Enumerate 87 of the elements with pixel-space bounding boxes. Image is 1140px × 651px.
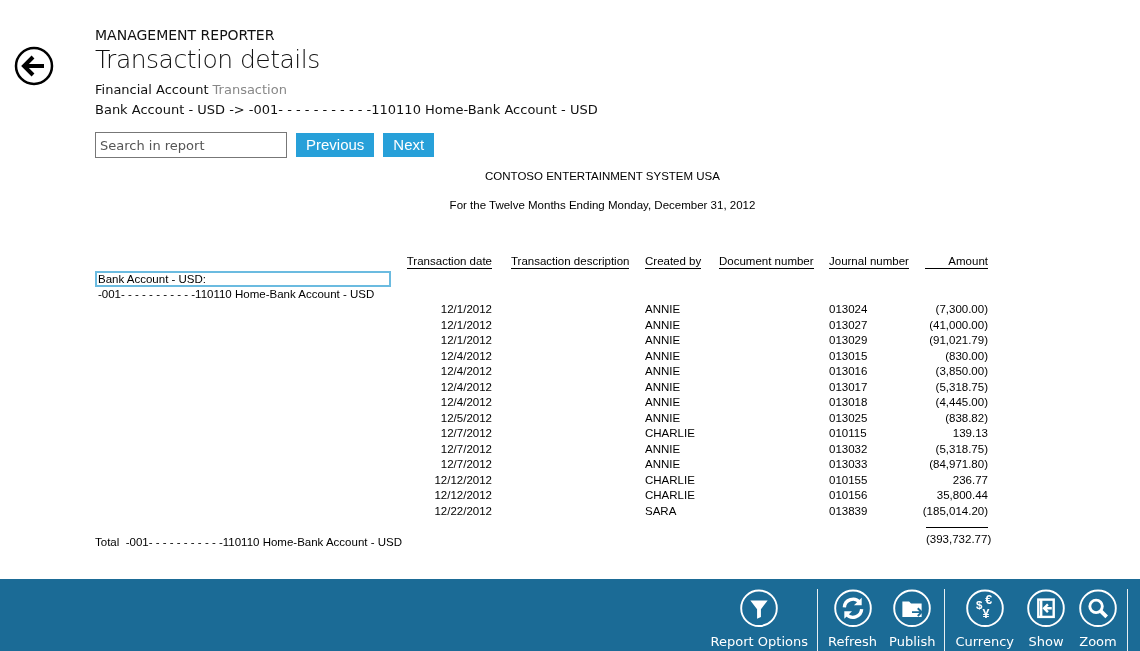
table-cell: ANNIE	[645, 365, 681, 377]
breadcrumb-link[interactable]: Financial Account	[95, 80, 209, 100]
folder-icon	[892, 589, 933, 628]
panel-icon	[1026, 589, 1066, 628]
table-cell: 12/7/2012	[440, 442, 492, 455]
total-label: Total -001- - - - - - - - - - -110110 Home-Bank Account - USD	[95, 535, 403, 550]
table-cell: ANNIE	[645, 411, 681, 424]
table-cell: 12/4/2012	[440, 349, 492, 362]
account-path: Bank Account - USD -> -001- - - - - - - - - - -110110 Home-Bank Account - USD	[95, 101, 599, 119]
column-header: Transaction date	[406, 253, 492, 269]
table-cell: 12/12/2012	[434, 473, 492, 486]
refresh-icon	[832, 589, 873, 628]
table-cell: 12/7/2012	[440, 427, 492, 439]
previous-button[interactable]: Previous	[296, 133, 375, 157]
table-cell: ANNIE	[645, 334, 681, 346]
table-cell: 12/1/2012	[440, 303, 492, 315]
table-cell: 013033	[829, 458, 868, 470]
table-cell: (185,014.20)	[922, 504, 988, 517]
table-cell: CHARLIE	[645, 489, 695, 501]
table-cell: ANNIE	[645, 396, 681, 408]
table-cell: 013016	[829, 365, 868, 377]
group-label[interactable]: Bank Account - USD:	[95, 270, 391, 287]
app-name: MANAGEMENT REPORTER	[95, 26, 276, 44]
toolbar-button[interactable]: Refresh	[822, 579, 884, 651]
search-field[interactable]: Search in report	[95, 132, 287, 158]
table-cell: (3,850.00)	[935, 365, 988, 377]
total-amount: (393,732.77)	[926, 533, 992, 545]
table-cell: 35,800.44	[936, 489, 988, 501]
table-cell: 013018	[829, 396, 868, 408]
table-cell: 010155	[829, 473, 868, 486]
report-period: For the Twelve Months Ending Monday, December 31, 2012	[448, 198, 757, 214]
table-cell: 013027	[829, 318, 868, 331]
table-cell: (84,971.80)	[929, 458, 988, 470]
table-cell: ANNIE	[645, 442, 681, 455]
toolbar-button[interactable]: Report Options	[704, 589, 818, 651]
column-header: Document number	[719, 253, 814, 269]
table-cell: ANNIE	[645, 458, 681, 470]
table-cell: 12/7/2012	[440, 458, 492, 470]
table-cell: (830.00)	[945, 349, 988, 362]
table-cell: CHARLIE	[645, 473, 695, 486]
breadcrumb-current: Transaction	[212, 81, 287, 99]
table-cell: 12/4/2012	[440, 396, 492, 408]
table-cell: 013017	[829, 380, 868, 393]
table-cell: 139.13	[952, 427, 988, 439]
table-cell: 013024	[829, 303, 868, 315]
table-cell: 12/4/2012	[440, 380, 492, 393]
table-cell: 236.77	[952, 473, 988, 486]
zoom-icon	[1078, 589, 1118, 628]
table-cell: 12/4/2012	[440, 365, 492, 377]
toolbar-button[interactable]: Publish	[883, 589, 946, 651]
table-cell: (838.82)	[945, 411, 988, 424]
account-label: -001- - - - - - - - - - -110110 Home-Bank Account - USD	[97, 286, 376, 302]
table-cell: 013025	[829, 411, 868, 424]
table-cell: (4,445.00)	[935, 396, 988, 408]
back-button[interactable]	[14, 46, 54, 86]
page-title: Transaction details	[95, 44, 321, 76]
filter-icon	[739, 589, 780, 628]
company-name: CONTOSO ENTERTAINMENT SYSTEM USA	[484, 169, 721, 184]
next-button[interactable]: Next	[383, 133, 435, 157]
table-cell: ANNIE	[645, 303, 681, 315]
table-cell: 013032	[829, 442, 868, 455]
toolbar-button[interactable]: Zoom	[1072, 589, 1128, 651]
table-cell: 12/1/2012	[440, 334, 492, 346]
table-cell: ANNIE	[645, 380, 681, 393]
column-header: Journal number	[829, 253, 909, 269]
toolbar-button[interactable]: Show	[1020, 579, 1072, 651]
table-cell: (5,318.75)	[935, 442, 988, 455]
table-cell: 010115	[829, 427, 867, 439]
table-cell: 12/22/2012	[434, 504, 492, 517]
column-header: Amount	[925, 253, 988, 269]
table-cell: SARA	[645, 504, 677, 517]
table-cell: (5,318.75)	[935, 380, 988, 393]
table-cell: ANNIE	[645, 349, 681, 362]
table-cell: (91,021.79)	[929, 334, 988, 346]
table-cell: CHARLIE	[645, 427, 695, 439]
table-cell: 013029	[829, 334, 868, 346]
table-cell: 12/5/2012	[440, 411, 492, 424]
column-header: Transaction description	[511, 253, 630, 269]
table-cell: 010156	[829, 489, 868, 501]
table-cell: ANNIE	[645, 318, 681, 331]
table-cell: 013839	[829, 504, 868, 517]
table-cell: 013015	[829, 349, 868, 362]
table-cell: 12/12/2012	[434, 489, 492, 501]
table-cell: (7,300.00)	[935, 303, 988, 315]
table-cell: 12/1/2012	[440, 318, 492, 331]
column-header: Created by	[645, 253, 702, 269]
table-cell: (41,000.00)	[929, 318, 988, 331]
